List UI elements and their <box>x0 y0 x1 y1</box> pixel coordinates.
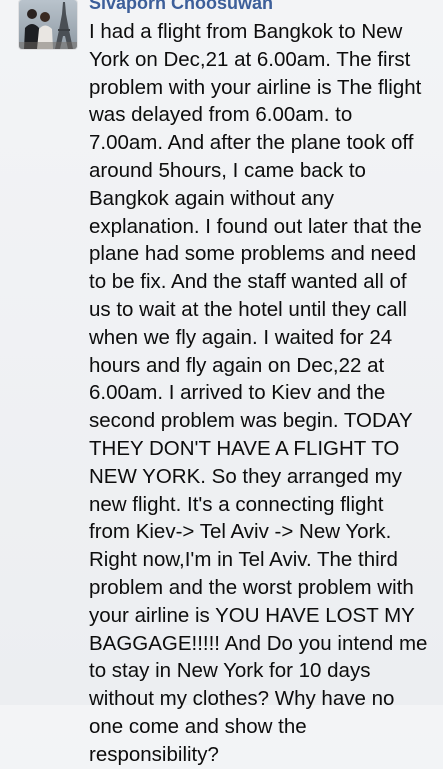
comment-text: I had a flight from Bangkok to New York … <box>89 18 427 769</box>
message-line: when we fly again. I waited for 24 <box>89 325 393 349</box>
message-line: Bangkok again without any <box>89 186 335 210</box>
avatar-photo <box>19 0 77 49</box>
message-line: second problem was begin. TODAY <box>89 409 413 433</box>
message-line: I had a flight from Bangkok to New <box>89 20 403 43</box>
message-line: hours and fly again on Dec,22 at <box>89 353 385 377</box>
message-line: to be fix. And the staff wanted all of <box>89 270 407 294</box>
message-line: NEW YORK. So they arranged my <box>89 464 402 488</box>
message-line: problem and the worst problem with <box>89 575 414 599</box>
message-line: plane had some problems and need <box>89 242 417 266</box>
message-line: explanation. I found out later that the <box>89 214 422 238</box>
message-line: 7.00am. And after the plane took off <box>89 131 414 155</box>
message-line: BAGGAGE!!!!! And Do you intend me <box>89 631 428 655</box>
comment-post: Sivaporn Choosuwan I had a flight from B… <box>0 0 443 766</box>
message-line: new flight. It's a connecting flight <box>89 492 384 516</box>
message-line: around 5hours, I came back to <box>89 158 366 182</box>
message-line: York on Dec,21 at 6.00am. The first <box>89 47 411 71</box>
message-line: your airline is YOU HAVE LOST MY <box>89 603 415 627</box>
message-line: one come and show the <box>89 714 307 738</box>
avatar[interactable] <box>19 0 77 49</box>
message-line: THEY DON'T HAVE A FLIGHT TO <box>89 436 400 460</box>
message-line: was delayed from 6.00am. to <box>89 103 353 127</box>
message-line: Right now,I'm in Tel Aviv. The third <box>89 548 398 572</box>
message-line: from Kiev-> Tel Aviv -> New York. <box>89 520 392 544</box>
message-line: 6.00am. I arrived to Kiev and the <box>89 381 386 405</box>
message-line: to stay in New York for 10 days <box>89 659 371 683</box>
message-line: without my clothes? Why have no <box>89 687 395 711</box>
message-line: problem with your airline is The flight <box>89 75 422 99</box>
author-name[interactable]: Sivaporn Choosuwan <box>89 0 273 13</box>
message-line: us to wait at the hotel until they call <box>89 297 407 321</box>
message-line: responsibility? <box>89 742 219 766</box>
